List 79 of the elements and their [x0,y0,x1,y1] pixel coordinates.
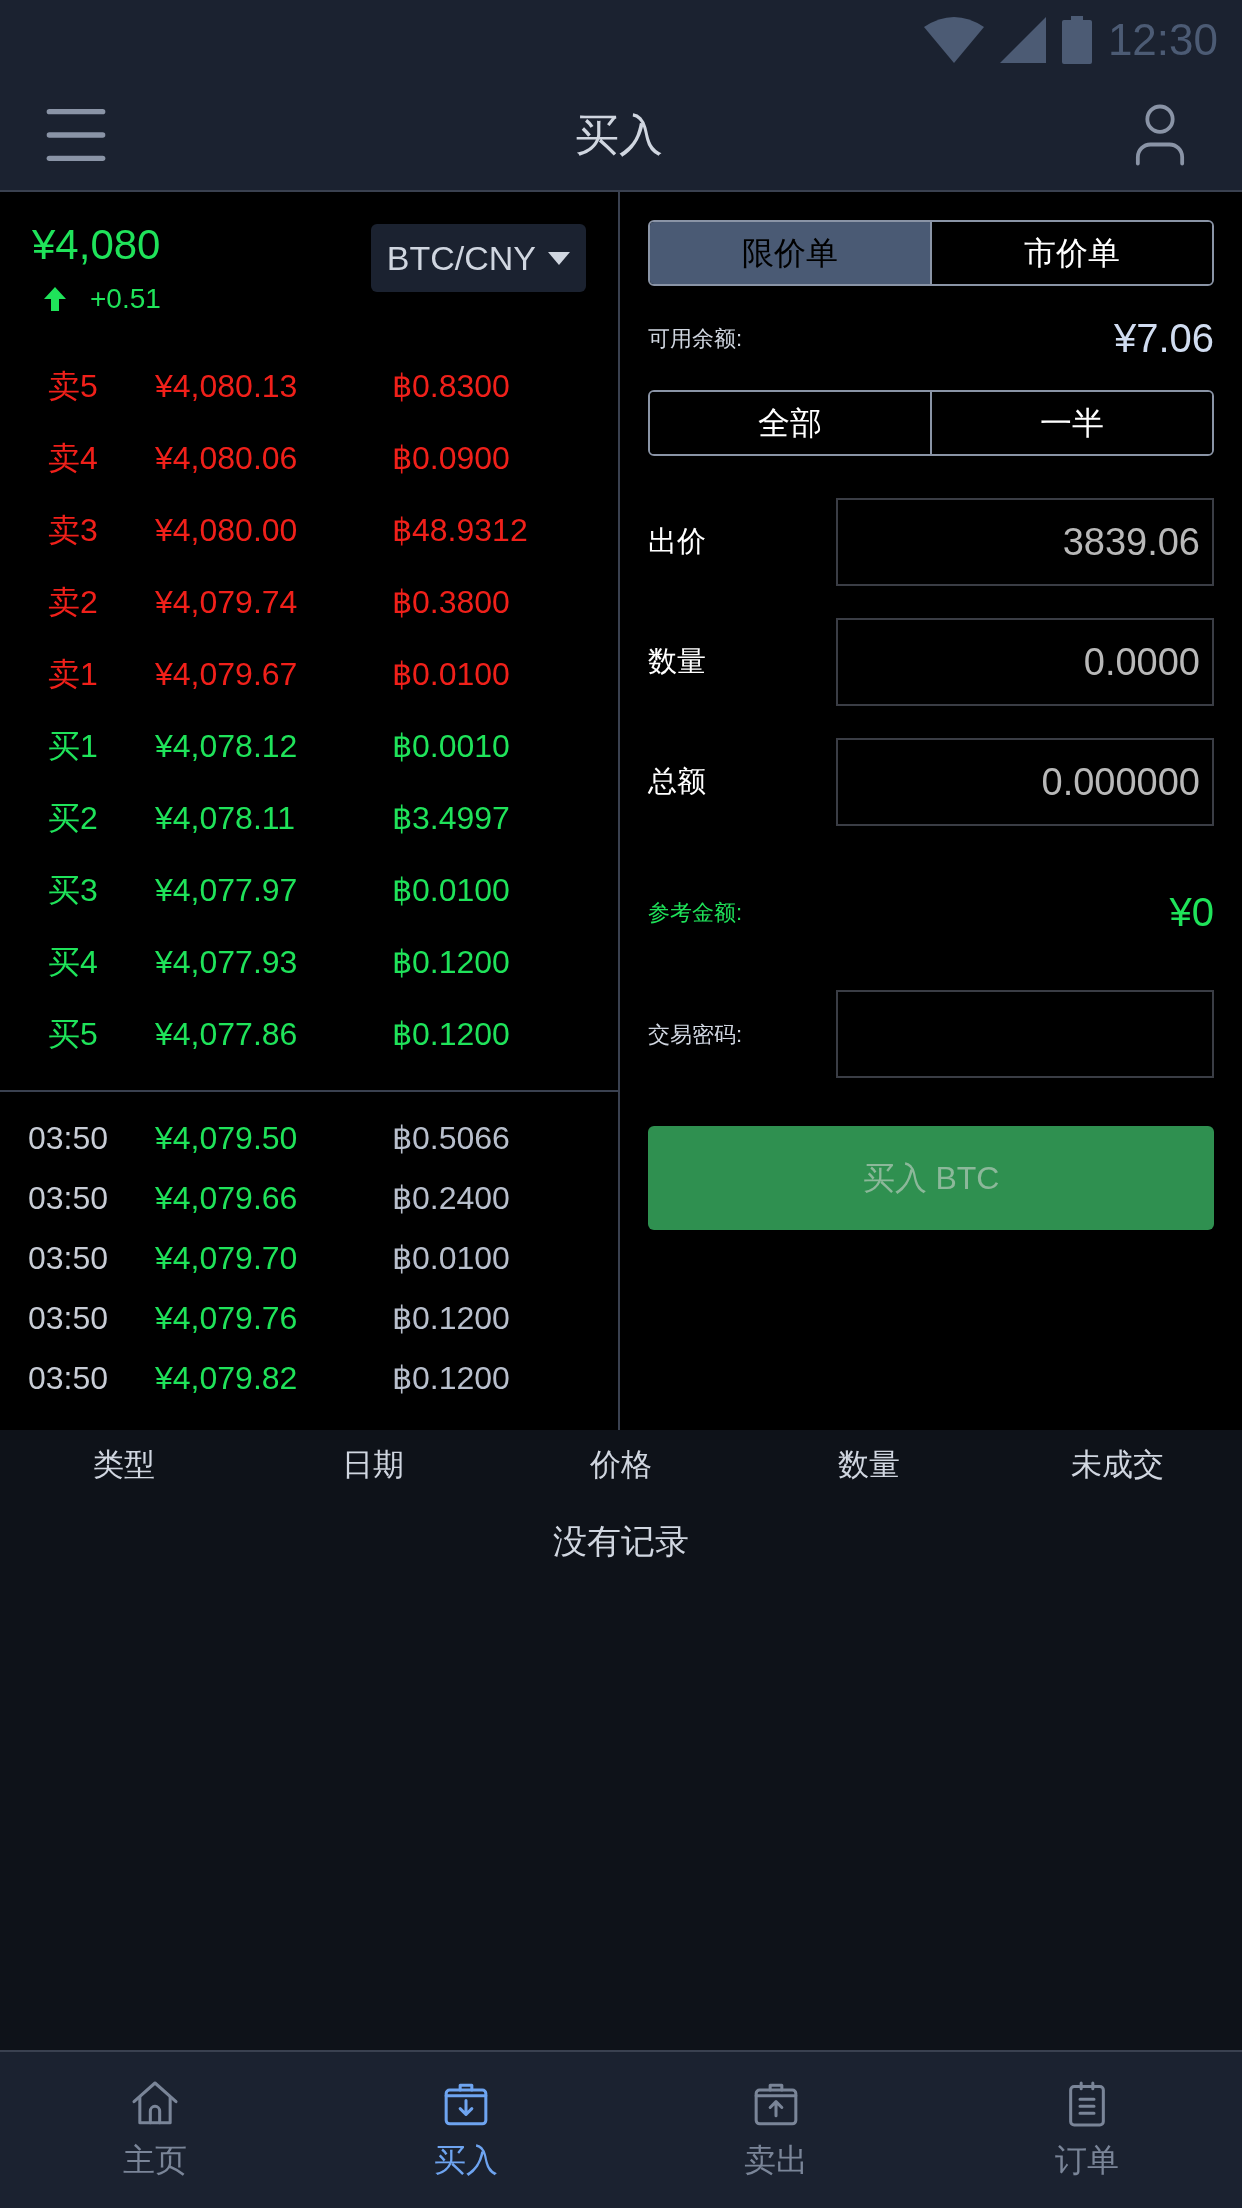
nav-tab[interactable]: 卖出 [621,2052,932,2208]
order-book-level: 卖1 [47,655,99,694]
column-header: 日期 [340,1445,405,1484]
order-book-price: ¥4,080.00 [155,511,299,550]
order-book-price: ¥4,078.11 [155,799,296,838]
battery-icon [1061,16,1092,64]
order-book-amount: ฿0.1200 [392,943,510,982]
input-field[interactable]: 0.000000 [836,738,1214,826]
last-price: ¥4,080 [32,224,161,266]
reference-label: 参考金额: [648,898,743,927]
order-book-amount: ฿0.0100 [392,655,510,694]
order-book-price: ¥4,077.97 [155,871,299,910]
column-header: 数量 [837,1445,902,1484]
trade-time: 03:50 [27,1359,110,1398]
order-book-amount: ฿0.1200 [392,1015,510,1054]
column-header: 价格 [589,1445,653,1484]
up-arrow-icon [44,287,66,311]
trade-price: ¥4,079.50 [155,1119,299,1158]
field-label: 总额 [648,764,706,800]
page-title: 买入 [575,109,663,161]
signal-icon [999,17,1046,63]
order-book-price: ¥4,079.67 [155,655,299,694]
empty-message: 没有记录 [553,1521,689,1562]
trade-time: 03:50 [27,1119,110,1158]
order-book-level: 卖5 [47,367,99,406]
order-book-level: 卖4 [47,439,99,478]
nav-tab[interactable]: 主页 [0,2052,311,2208]
order-book-amount: ฿48.9312 [392,511,528,550]
trade-price: ¥4,079.76 [155,1299,299,1338]
pair-selector[interactable]: BTC/CNY [370,224,586,292]
order-book-level: 买3 [47,871,99,910]
field-label: 数量 [648,644,706,680]
order-book-level: 买2 [47,799,99,838]
trade-amount: ฿0.0100 [392,1239,510,1278]
trade-price: ¥4,079.70 [155,1239,299,1278]
order-book-amount: ฿0.0010 [392,727,510,766]
order-book-price: ¥4,080.06 [155,439,299,478]
order-book-amount: ฿0.8300 [392,367,510,406]
order-book-amount: ฿0.0900 [392,439,510,478]
order-book-amount: ฿0.3800 [392,583,510,622]
password-field[interactable] [836,990,1214,1078]
nav-tab[interactable]: 订单 [931,2052,1242,2208]
order-book-level: 卖2 [47,583,99,622]
trade-price: ¥4,079.82 [155,1359,299,1398]
order-book-amount: ฿0.0100 [392,871,510,910]
caret-icon [548,251,570,265]
balance-value: ¥7.06 [1113,315,1214,362]
price-change: +0.51 [90,282,161,316]
password-label: 交易密码: [648,1020,743,1049]
order-book-level: 买1 [47,727,99,766]
order-book-amount: ฿3.4997 [392,799,510,838]
amount-preset-button[interactable]: 一半 [930,392,1212,454]
input-field[interactable]: 3839.06 [836,498,1214,586]
order-book-price: ¥4,077.86 [155,1015,299,1054]
order-book-price: ¥4,080.13 [155,367,299,406]
trade-amount: ฿0.1200 [392,1359,510,1398]
input-field[interactable]: 0.0000 [836,618,1214,706]
order-type-tab[interactable]: 市价单 [930,222,1212,284]
order-book-level: 买4 [47,943,99,982]
clock-time: 12:30 [1107,14,1218,66]
order-book-price: ¥4,079.74 [155,583,299,622]
trade-time: 03:50 [27,1239,110,1278]
order-book-level: 卖3 [47,511,99,550]
column-header: 未成交 [1070,1445,1166,1484]
order-book-price: ¥4,077.93 [155,943,299,982]
trade-time: 03:50 [27,1299,110,1338]
wifi-icon [923,17,984,63]
nav-tab[interactable]: 买入 [310,2052,621,2208]
order-book-level: 买5 [47,1015,99,1054]
trade-price: ¥4,079.66 [155,1179,299,1218]
column-header: 类型 [92,1445,157,1484]
trade-amount: ฿0.5066 [392,1119,510,1158]
balance-label: 可用余额: [648,324,743,353]
trade-time: 03:50 [27,1179,110,1218]
order-book-price: ¥4,078.12 [155,727,299,766]
reference-value: ¥0 [1169,889,1214,936]
field-label: 出价 [648,524,706,560]
trade-amount: ฿0.1200 [392,1299,510,1338]
trade-amount: ฿0.2400 [392,1179,510,1218]
